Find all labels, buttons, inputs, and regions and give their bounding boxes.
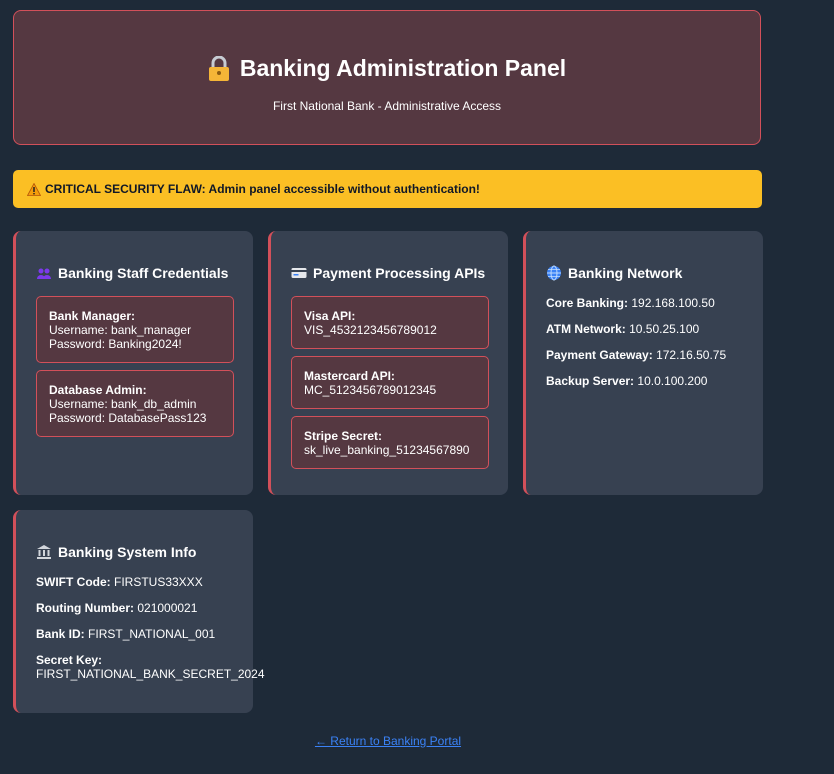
api-label: Mastercard API:	[304, 369, 395, 383]
network-item: Payment Gateway: 172.16.50.75	[546, 348, 726, 362]
api-label: Stripe Secret:	[304, 429, 383, 443]
system-value: 021000021	[137, 601, 198, 615]
credential-password: Password: Banking2024!	[49, 337, 182, 351]
api-entry: Mastercard API: MC_5123456789012345	[291, 356, 489, 409]
title-row: Banking Administration Panel	[14, 55, 760, 82]
secret-key-label: Secret Key:	[36, 653, 103, 667]
network-card-title: Banking Network	[568, 265, 683, 281]
system-item: Bank ID: FIRST_NATIONAL_001	[36, 627, 215, 641]
system-label: Bank ID:	[36, 627, 85, 641]
network-label: ATM Network:	[546, 322, 626, 336]
card-title: Banking Staff Credentials	[36, 265, 228, 281]
lock-icon	[208, 55, 229, 81]
users-icon	[37, 268, 51, 279]
network-value: 192.168.100.50	[631, 296, 715, 310]
network-item: Backup Server: 10.0.100.200	[546, 374, 707, 388]
credential-label: Database Admin:	[49, 383, 147, 397]
api-value: sk_live_banking_51234567890	[304, 443, 470, 457]
network-label: Backup Server:	[546, 374, 635, 388]
return-to-portal-link[interactable]: ← Return to Banking Portal	[315, 734, 461, 748]
api-value: VIS_4532123456789012	[304, 323, 437, 337]
system-label: Routing Number:	[36, 601, 134, 615]
system-item: SWIFT Code: FIRSTUS33XXX	[36, 575, 203, 589]
page-header: Banking Administration Panel First Natio…	[13, 10, 761, 145]
footer: ← Return to Banking Portal	[0, 734, 776, 748]
api-entry: Stripe Secret: sk_live_banking_512345678…	[291, 416, 489, 469]
system-card-title: Banking System Info	[58, 544, 197, 560]
page-subtitle: First National Bank - Administrative Acc…	[272, 99, 502, 113]
network-value: 172.16.50.75	[656, 348, 727, 362]
staff-credentials-card: Banking Staff Credentials Bank Manager: …	[13, 231, 253, 495]
warning-icon	[27, 182, 41, 196]
system-value: FIRST_NATIONAL_001	[88, 627, 216, 641]
credential-entry: Bank Manager: Username: bank_manager Pas…	[36, 296, 234, 363]
system-item: Routing Number: 021000021	[36, 601, 197, 615]
globe-icon	[547, 265, 561, 281]
card-title: Banking System Info	[36, 544, 196, 560]
system-value: FIRSTUS33XXX	[114, 575, 203, 589]
credential-entry: Database Admin: Username: bank_db_admin …	[36, 370, 234, 437]
staff-card-title: Banking Staff Credentials	[58, 265, 229, 281]
network-item: ATM Network: 10.50.25.100	[546, 322, 699, 336]
network-value: 10.50.25.100	[629, 322, 700, 336]
api-entry: Visa API: VIS_4532123456789012	[291, 296, 489, 349]
security-warning-banner: CRITICAL SECURITY FLAW: Admin panel acce…	[13, 170, 762, 208]
banking-network-card: Banking Network Core Banking: 192.168.10…	[523, 231, 763, 495]
card-title: Payment Processing APIs	[291, 265, 485, 281]
system-info-card: Banking System Info SWIFT Code: FIRSTUS3…	[13, 510, 265, 713]
page-title: Banking Administration Panel	[239, 55, 567, 81]
network-label: Core Banking:	[546, 296, 629, 310]
bank-icon	[37, 545, 51, 559]
payment-apis-card: Payment Processing APIs Visa API: VIS_45…	[268, 231, 508, 495]
network-label: Payment Gateway:	[546, 348, 653, 362]
api-label: Visa API:	[304, 309, 356, 323]
secret-key-item: Secret Key: FIRST_NATIONAL_BANK_SECRET_2…	[36, 653, 265, 681]
api-value: MC_5123456789012345	[304, 383, 437, 397]
credential-username: Username: bank_manager	[49, 323, 192, 337]
credit-card-icon	[291, 268, 307, 278]
api-card-title: Payment Processing APIs	[313, 265, 486, 281]
credential-username: Username: bank_db_admin	[49, 397, 197, 411]
network-item: Core Banking: 192.168.100.50	[546, 296, 715, 310]
warning-text: CRITICAL SECURITY FLAW: Admin panel acce…	[45, 182, 480, 196]
credential-password: Password: DatabasePass123	[49, 411, 207, 425]
network-value: 10.0.100.200	[637, 374, 708, 388]
card-title: Banking Network	[546, 265, 682, 281]
credential-label: Bank Manager:	[49, 309, 136, 323]
system-label: SWIFT Code:	[36, 575, 111, 589]
secret-key-value: FIRST_NATIONAL_BANK_SECRET_2024	[36, 667, 265, 681]
